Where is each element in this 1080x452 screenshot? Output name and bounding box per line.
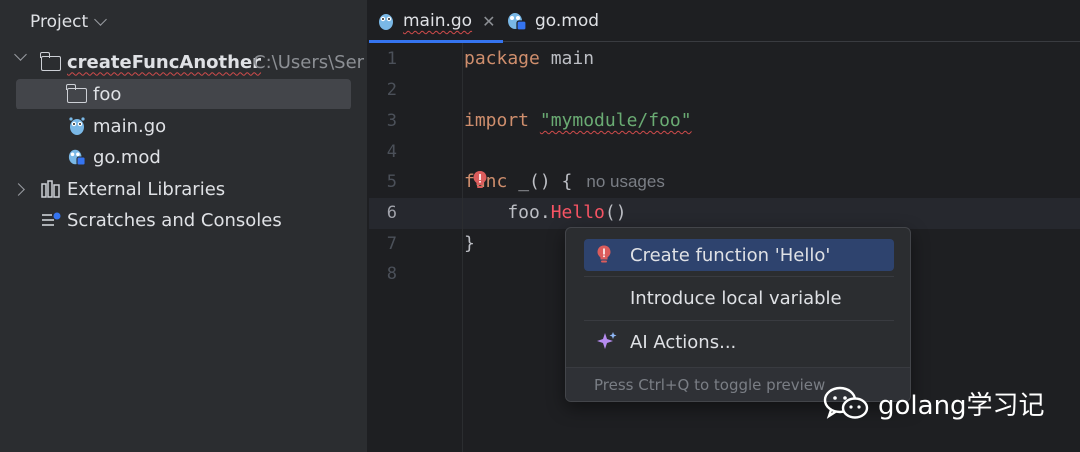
keyword: import: [464, 110, 530, 131]
line-number: 7: [386, 234, 397, 254]
line-number: 2: [386, 80, 397, 100]
watermark-text: golang学习记: [878, 390, 1045, 421]
tree-item-main-go[interactable]: main.go: [0, 111, 368, 141]
tree-item-label: foo: [93, 83, 122, 105]
tree-item-label: go.mod: [93, 146, 161, 168]
inlay-hint-usages[interactable]: no usages: [586, 172, 664, 191]
gopher-icon: [379, 14, 393, 30]
tree-item-go-mod[interactable]: go.mod: [0, 142, 368, 172]
tab-go-mod[interactable]: go.mod: [507, 0, 599, 42]
code-line-3: import "mymodule/foo": [464, 110, 692, 131]
popup-item-ai-actions[interactable]: AI Actions...: [584, 326, 894, 358]
code-text: main: [539, 48, 595, 69]
unresolved-function[interactable]: Hello: [551, 202, 605, 223]
close-icon[interactable]: ✕: [482, 12, 495, 31]
project-title: Project: [30, 12, 89, 32]
gopher-icon: [69, 117, 85, 135]
popup-separator: [584, 276, 894, 277]
line-number: 6: [386, 203, 397, 223]
root-folder-name: createFuncAnother: [67, 51, 262, 73]
import-path-string: "mymodule/foo": [539, 110, 692, 131]
code-line-5: func _() {no usages: [464, 171, 665, 192]
gutter-divider: [462, 43, 463, 452]
expand-chevron-icon[interactable]: [12, 183, 25, 196]
code-text: _() {: [507, 171, 573, 192]
code-line-7: }: [464, 233, 475, 254]
tree-item-scratches[interactable]: Scratches and Consoles: [0, 205, 368, 235]
gomod-icon: [68, 149, 86, 166]
line-number: 1: [386, 49, 397, 69]
line-number: 8: [386, 264, 397, 284]
line-number: 5: [386, 172, 397, 192]
code-line-1: package main: [464, 48, 594, 69]
popup-item-label: Create function 'Hello': [630, 244, 831, 266]
editor-tabs: main.go ✕ go.mod: [368, 0, 1080, 43]
tree-item-label: Scratches and Consoles: [67, 209, 282, 231]
gomod-icon: [508, 13, 527, 31]
watermark: golang学习记: [822, 383, 1045, 423]
root-folder-path: C:\Users\Ser: [253, 51, 365, 73]
project-panel-header[interactable]: Project: [30, 10, 108, 34]
project-panel: Project createFuncAnother C:\Users\Ser f…: [0, 0, 368, 452]
popup-separator: [584, 320, 894, 321]
tree-item-foo[interactable]: foo: [0, 79, 368, 109]
popup-item-label: AI Actions...: [630, 331, 737, 353]
error-bulb-icon[interactable]: [472, 170, 488, 189]
intention-actions-popup: Create function 'Hello' Introduce local …: [565, 227, 911, 402]
code-line-6: foo.Hello(): [464, 202, 627, 223]
keyword: package: [464, 48, 540, 69]
expand-chevron-icon[interactable]: [14, 48, 27, 61]
tree-root-createFuncAnother[interactable]: createFuncAnother C:\Users\Ser: [0, 47, 368, 77]
scratches-icon: [42, 212, 61, 226]
popup-item-label: Introduce local variable: [630, 287, 842, 309]
tree-item-label: External Libraries: [67, 178, 226, 200]
code-text: foo.: [464, 202, 551, 223]
wechat-icon: [823, 386, 869, 419]
popup-item-introduce-variable[interactable]: Introduce local variable: [584, 282, 894, 314]
tree-item-label: main.go: [93, 115, 167, 137]
tab-main-go[interactable]: main.go ✕: [368, 0, 505, 43]
code-text: (): [604, 202, 627, 223]
line-number: 4: [386, 142, 397, 162]
folder-icon: [40, 52, 61, 71]
popup-item-create-function[interactable]: Create function 'Hello': [584, 239, 894, 271]
chevron-down-icon: [94, 13, 108, 26]
tab-label: go.mod: [535, 11, 600, 31]
sparkle-icon: [597, 332, 617, 349]
line-number: 3: [386, 111, 397, 131]
tab-label: main.go: [403, 11, 473, 31]
folder-icon: [66, 84, 87, 103]
error-bulb-icon: [597, 245, 611, 263]
library-icon: [41, 180, 60, 198]
tree-item-external-libraries[interactable]: External Libraries: [0, 174, 368, 204]
